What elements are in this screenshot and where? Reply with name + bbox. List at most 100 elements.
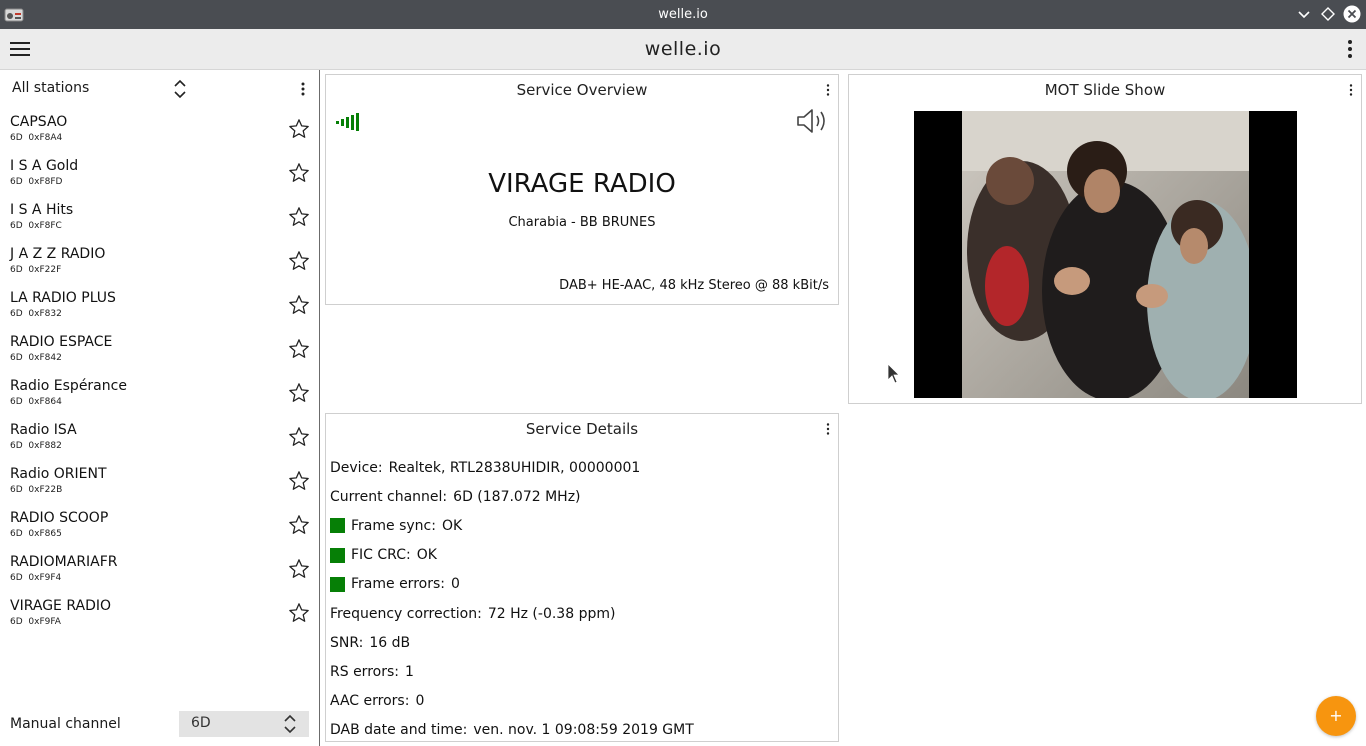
station-name: RADIO ESPACE — [10, 334, 113, 350]
station-channel: 6D — [10, 441, 23, 451]
station-item[interactable]: Radio Espérance 6D 0xF864 — [0, 372, 319, 416]
station-channel: 6D — [10, 617, 23, 627]
station-name: VIRAGE RADIO — [10, 598, 112, 614]
station-name: LA RADIO PLUS — [10, 290, 116, 306]
station-name: I S A Gold — [10, 158, 79, 174]
snr-row: SNR: 16 dB — [330, 628, 694, 657]
favorite-star-icon[interactable] — [288, 558, 310, 580]
station-item[interactable]: CAPSAO 6D 0xF8A4 — [0, 108, 319, 152]
aac-errors-label: AAC errors: — [330, 693, 410, 710]
station-filter[interactable]: All stations — [0, 70, 319, 106]
fic-crc-row: FIC CRC: OK — [330, 541, 694, 570]
station-id: 6D 0xF8FD — [10, 177, 62, 187]
dab-datetime-value: ven. nov. 1 09:08:59 2019 GMT — [473, 722, 694, 739]
station-filter-label: All stations — [12, 80, 90, 96]
station-item[interactable]: Radio ISA 6D 0xF882 — [0, 416, 319, 460]
favorite-star-icon[interactable] — [288, 250, 310, 272]
channel-row: Current channel: 6D (187.072 MHz) — [330, 482, 694, 511]
frame-errors-value: 0 — [450, 576, 460, 593]
current-station-name: VIRAGE RADIO — [488, 169, 676, 199]
panel-title: MOT Slide Show — [1044, 81, 1166, 99]
station-item[interactable]: I S A Gold 6D 0xF8FD — [0, 152, 319, 196]
station-item[interactable]: LA RADIO PLUS 6D 0xF832 — [0, 284, 319, 328]
station-id: 6D 0xF22B — [10, 485, 62, 495]
details-list: Device: Realtek, RTL2838UHIDIR, 00000001 … — [330, 453, 694, 745]
station-service-id: 0xF865 — [28, 529, 62, 539]
favorite-star-icon[interactable] — [288, 294, 310, 316]
station-item[interactable]: RADIOMARIAFR 6D 0xF9F4 — [0, 548, 319, 592]
fic-crc-label: FIC CRC: — [351, 547, 411, 564]
mouse-pointer-icon — [887, 363, 900, 384]
station-service-id: 0xF22B — [28, 485, 63, 495]
manual-channel-label: Manual channel — [10, 716, 121, 732]
device-label: Device: — [330, 459, 383, 476]
aac-errors-row: AAC errors: 0 — [330, 687, 694, 716]
station-item[interactable]: J A Z Z RADIO 6D 0xF22F — [0, 240, 319, 284]
panel-menu-icon[interactable] — [826, 423, 830, 435]
station-name: CAPSAO — [10, 114, 68, 130]
station-service-id: 0xF842 — [28, 353, 62, 363]
window-titlebar: welle.io — [0, 0, 1366, 29]
station-service-id: 0xF22F — [28, 265, 62, 275]
now-playing-text: Charabia - BB BRUNES — [508, 215, 656, 230]
maximize-icon[interactable] — [1319, 5, 1337, 23]
station-channel: 6D — [10, 133, 23, 143]
frame-sync-value: OK — [441, 517, 463, 534]
fic-crc-value: OK — [416, 547, 437, 564]
status-led-icon — [330, 576, 345, 592]
favorite-star-icon[interactable] — [288, 162, 310, 184]
freq-correction-label: Frequency correction: — [330, 605, 482, 622]
station-id: 6D 0xF842 — [10, 353, 62, 363]
station-item[interactable]: RADIO SCOOP 6D 0xF865 — [0, 504, 319, 548]
panel-menu-icon[interactable] — [826, 84, 830, 96]
manual-channel-select[interactable]: 6D — [179, 711, 309, 737]
panel-menu-icon[interactable] — [1349, 84, 1353, 96]
service-details-panel: Service Details Device: Realtek, RTL2838U… — [325, 413, 839, 742]
mot-slideshow-panel: MOT Slide Show — [848, 74, 1362, 404]
frame-errors-row: Frame errors: 0 — [330, 570, 694, 599]
station-service-id: 0xF9FA — [28, 617, 61, 627]
station-item[interactable]: RADIO ESPACE 6D 0xF842 — [0, 328, 319, 372]
station-channel: 6D — [10, 265, 23, 275]
favorite-star-icon[interactable] — [288, 118, 310, 140]
station-service-id: 0xF832 — [28, 309, 62, 319]
favorite-star-icon[interactable] — [288, 338, 310, 360]
station-id: 6D 0xF9F4 — [10, 573, 61, 583]
device-value: Realtek, RTL2838UHIDIR, 00000001 — [388, 459, 641, 476]
station-name: Radio Espérance — [10, 378, 127, 394]
manual-channel: Manual channel 6D — [0, 710, 319, 740]
station-list: CAPSAO 6D 0xF8A4 I S A Gold 6D 0xF8FD I S A … — [0, 108, 319, 636]
station-item[interactable]: Radio ORIENT 6D 0xF22B — [0, 460, 319, 504]
station-name: RADIOMARIAFR — [10, 554, 118, 570]
favorite-star-icon[interactable] — [288, 426, 310, 448]
panel-title: Service Overview — [516, 81, 648, 99]
station-name: Radio ISA — [10, 422, 77, 438]
station-channel: 6D — [10, 177, 23, 187]
station-id: 6D 0xF882 — [10, 441, 62, 451]
speaker-volume-icon[interactable] — [796, 107, 830, 135]
favorite-star-icon[interactable] — [288, 382, 310, 404]
favorite-star-icon[interactable] — [288, 514, 310, 536]
station-channel: 6D — [10, 309, 23, 319]
kebab-menu-icon[interactable] — [1347, 39, 1353, 59]
snr-label: SNR: — [330, 634, 364, 651]
station-item[interactable]: VIRAGE RADIO 6D 0xF9FA — [0, 592, 319, 636]
channel-label: Current channel: — [330, 488, 448, 505]
slide-image-frame — [914, 111, 1297, 398]
station-name: J A Z Z RADIO — [10, 246, 106, 262]
favorite-star-icon[interactable] — [288, 206, 310, 228]
station-list-menu-icon[interactable] — [300, 82, 306, 96]
frame-sync-label: Frame sync: — [351, 517, 436, 534]
favorite-star-icon[interactable] — [288, 602, 310, 624]
station-item[interactable]: I S A Hits 6D 0xF8FC — [0, 196, 319, 240]
freq-correction-value: 72 Hz (-0.38 ppm) — [487, 605, 616, 622]
add-button[interactable]: + — [1316, 696, 1356, 736]
dab-datetime-row: DAB date and time: ven. nov. 1 09:08:59 2… — [330, 716, 694, 745]
favorite-star-icon[interactable] — [288, 470, 310, 492]
service-overview-panel: Service Overview VIRAGE RADIO Charabia -… — [325, 74, 839, 305]
station-service-id: 0xF864 — [28, 397, 62, 407]
close-icon[interactable] — [1343, 5, 1361, 23]
minimize-icon[interactable] — [1295, 5, 1313, 23]
station-channel: 6D — [10, 221, 23, 231]
up-down-chevron-icon[interactable] — [172, 78, 188, 100]
